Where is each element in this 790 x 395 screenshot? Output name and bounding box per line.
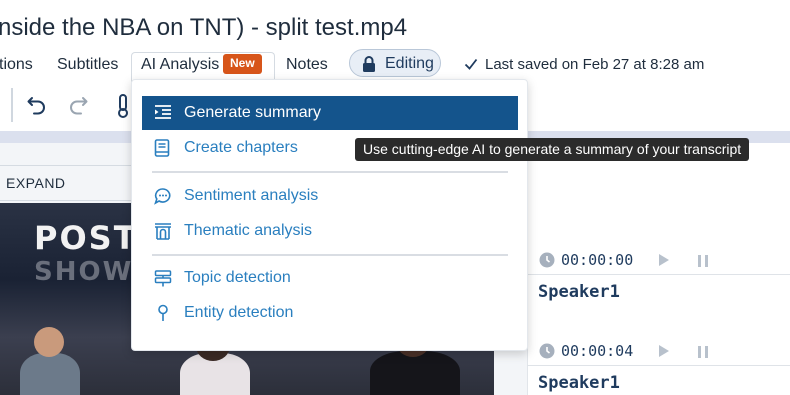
building-icon xyxy=(154,222,172,245)
tooltip: Use cutting-edge AI to generate a summar… xyxy=(355,138,750,161)
topic-detection-label: Topic detection xyxy=(184,269,291,286)
editing-button[interactable]: Editing xyxy=(349,49,441,77)
last-saved-text: Last saved on Feb 27 at 8:28 am xyxy=(485,56,705,73)
book-icon xyxy=(154,139,170,162)
speaker-label[interactable]: Speaker1 xyxy=(538,373,620,393)
pin-icon xyxy=(154,304,172,327)
video-person xyxy=(20,353,80,395)
menu-bar: tions Subtitles AI Analysis New Notes Ed… xyxy=(0,48,790,82)
play-icon[interactable] xyxy=(658,253,670,272)
toolbar-divider xyxy=(11,88,13,122)
speaker-label[interactable]: Speaker1 xyxy=(538,282,620,302)
menu-item-thematic-analysis[interactable]: Thematic analysis xyxy=(142,214,518,248)
signpost-icon xyxy=(154,269,172,292)
editing-label: Editing xyxy=(385,55,434,72)
lock-icon xyxy=(362,56,376,77)
generate-summary-label: Generate summary xyxy=(184,104,321,121)
segment-timestamp[interactable]: 00:00:00 xyxy=(561,251,633,269)
clock-icon xyxy=(539,343,555,364)
segment-timestamp[interactable]: 00:00:04 xyxy=(561,342,633,360)
thematic-analysis-label: Thematic analysis xyxy=(184,222,313,239)
menu-item-notes[interactable]: Notes xyxy=(286,56,328,74)
dropdown-divider xyxy=(152,254,508,256)
expand-button[interactable]: EXPAND xyxy=(6,175,66,191)
undo-icon[interactable] xyxy=(26,94,48,121)
ai-analysis-dropdown: Generate summary Create chapters Sentime… xyxy=(131,79,528,351)
chat-bubble-icon xyxy=(154,187,172,210)
video-person xyxy=(370,351,460,395)
clock-icon xyxy=(539,252,555,273)
sentiment-analysis-label: Sentiment analysis xyxy=(184,187,319,204)
entity-detection-label: Entity detection xyxy=(184,304,294,321)
video-person-head xyxy=(34,327,64,357)
page-title: nside the NBA on TNT) - split test.mp4 xyxy=(0,14,408,41)
menu-item-topic-detection[interactable]: Topic detection xyxy=(142,261,518,295)
menu-item-sentiment-analysis[interactable]: Sentiment analysis xyxy=(142,179,518,213)
dropdown-divider xyxy=(152,171,508,173)
thermometer-icon[interactable] xyxy=(116,94,130,123)
create-chapters-label: Create chapters xyxy=(184,139,298,156)
menu-item-generate-summary[interactable]: Generate summary xyxy=(142,96,518,130)
redo-icon[interactable] xyxy=(67,94,89,121)
summary-icon xyxy=(154,104,172,125)
menu-item-subtitles[interactable]: Subtitles xyxy=(57,56,118,74)
pause-icon[interactable] xyxy=(698,345,708,363)
pause-icon[interactable] xyxy=(698,254,708,272)
segment-divider xyxy=(527,365,790,366)
menu-item-entity-detection[interactable]: Entity detection xyxy=(142,296,518,330)
menu-item-ai-analysis[interactable]: AI Analysis xyxy=(141,56,219,74)
segment-divider xyxy=(527,274,790,275)
check-icon xyxy=(464,58,478,70)
last-saved-status: Last saved on Feb 27 at 8:28 am xyxy=(464,56,704,73)
menu-item-options[interactable]: tions xyxy=(0,56,33,74)
video-overlay-text-2: SHOW xyxy=(34,257,134,287)
video-overlay-text: POST xyxy=(34,219,138,257)
new-badge: New xyxy=(223,54,262,74)
play-icon[interactable] xyxy=(658,344,670,363)
